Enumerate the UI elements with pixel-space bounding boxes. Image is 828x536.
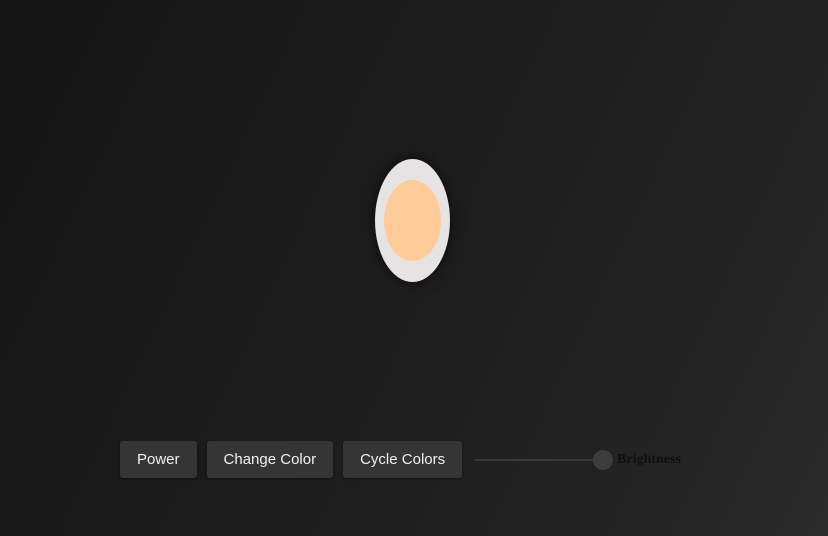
cycle-colors-button[interactable]: Cycle Colors	[343, 441, 463, 478]
change-color-button[interactable]: Change Color	[206, 441, 334, 478]
light-bulb	[375, 159, 450, 282]
light-glow	[384, 180, 441, 261]
brightness-label: Brightness	[617, 451, 681, 467]
power-button[interactable]: Power	[120, 441, 197, 478]
control-bar: Power Change Color Cycle Colors Brightne…	[120, 441, 681, 478]
brightness-slider[interactable]	[475, 449, 614, 470]
brightness-slider-thumb[interactable]	[593, 449, 614, 470]
